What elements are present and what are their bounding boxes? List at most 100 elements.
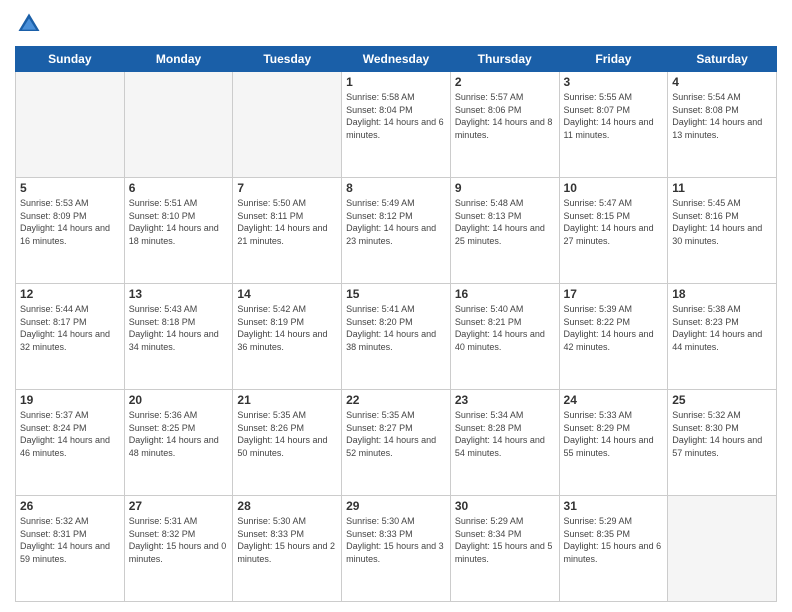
day-info: Sunrise: 5:44 AM Sunset: 8:17 PM Dayligh… [20,303,120,353]
day-info: Sunrise: 5:29 AM Sunset: 8:35 PM Dayligh… [564,515,664,565]
day-cell: 20 Sunrise: 5:36 AM Sunset: 8:25 PM Dayli… [124,390,233,496]
day-number: 30 [455,499,555,513]
day-cell: 11Sunrise: 5:45 AM Sunset: 8:16 PM Dayli… [668,178,777,284]
day-cell: 21 Sunrise: 5:35 AM Sunset: 8:26 PM Dayli… [233,390,342,496]
page: SundayMondayTuesdayWednesdayThursdayFrid… [0,0,792,612]
day-cell: 29 Sunrise: 5:30 AM Sunset: 8:33 PM Dayli… [342,496,451,602]
day-cell: 17 Sunrise: 5:39 AM Sunset: 8:22 PM Dayli… [559,284,668,390]
day-cell: 13 Sunrise: 5:43 AM Sunset: 8:18 PM Dayli… [124,284,233,390]
day-number: 17 [564,287,664,301]
day-number: 23 [455,393,555,407]
day-number: 21 [237,393,337,407]
day-info: Sunrise: 5:49 AM Sunset: 8:12 PM Dayligh… [346,197,446,247]
day-number: 5 [20,181,120,195]
day-number: 29 [346,499,446,513]
day-cell: 15 Sunrise: 5:41 AM Sunset: 8:20 PM Dayli… [342,284,451,390]
day-cell: 26 Sunrise: 5:32 AM Sunset: 8:31 PM Dayli… [16,496,125,602]
day-info: Sunrise: 5:51 AM Sunset: 8:10 PM Dayligh… [129,197,229,247]
day-cell: 25Sunrise: 5:32 AM Sunset: 8:30 PM Dayli… [668,390,777,496]
day-info: Sunrise: 5:32 AM Sunset: 8:31 PM Dayligh… [20,515,120,565]
day-info: Sunrise: 5:58 AM Sunset: 8:04 PM Dayligh… [346,91,446,141]
day-cell: 9Sunrise: 5:48 AM Sunset: 8:13 PM Daylig… [450,178,559,284]
day-cell [16,72,125,178]
day-info: Sunrise: 5:53 AM Sunset: 8:09 PM Dayligh… [20,197,120,247]
day-cell: 10 Sunrise: 5:47 AM Sunset: 8:15 PM Dayli… [559,178,668,284]
day-info: Sunrise: 5:31 AM Sunset: 8:32 PM Dayligh… [129,515,229,565]
weekday-header-monday: Monday [124,47,233,72]
day-info: Sunrise: 5:57 AM Sunset: 8:06 PM Dayligh… [455,91,555,141]
day-number: 28 [237,499,337,513]
day-info: Sunrise: 5:47 AM Sunset: 8:15 PM Dayligh… [564,197,664,247]
day-cell: 7 Sunrise: 5:50 AM Sunset: 8:11 PM Daylig… [233,178,342,284]
day-info: Sunrise: 5:35 AM Sunset: 8:26 PM Dayligh… [237,409,337,459]
day-number: 6 [129,181,229,195]
day-cell: 16Sunrise: 5:40 AM Sunset: 8:21 PM Dayli… [450,284,559,390]
weekday-header-sunday: Sunday [16,47,125,72]
day-number: 20 [129,393,229,407]
day-cell: 31 Sunrise: 5:29 AM Sunset: 8:35 PM Dayli… [559,496,668,602]
day-info: Sunrise: 5:29 AM Sunset: 8:34 PM Dayligh… [455,515,555,565]
day-info: Sunrise: 5:34 AM Sunset: 8:28 PM Dayligh… [455,409,555,459]
day-cell: 23 Sunrise: 5:34 AM Sunset: 8:28 PM Dayli… [450,390,559,496]
weekday-header-saturday: Saturday [668,47,777,72]
day-info: Sunrise: 5:50 AM Sunset: 8:11 PM Dayligh… [237,197,337,247]
day-cell: 12 Sunrise: 5:44 AM Sunset: 8:17 PM Dayli… [16,284,125,390]
week-row-2: 5 Sunrise: 5:53 AM Sunset: 8:09 PM Daylig… [16,178,777,284]
day-info: Sunrise: 5:38 AM Sunset: 8:23 PM Dayligh… [672,303,772,353]
weekday-header-wednesday: Wednesday [342,47,451,72]
day-number: 12 [20,287,120,301]
day-number: 7 [237,181,337,195]
day-number: 15 [346,287,446,301]
week-row-3: 12 Sunrise: 5:44 AM Sunset: 8:17 PM Dayli… [16,284,777,390]
day-number: 13 [129,287,229,301]
day-info: Sunrise: 5:32 AM Sunset: 8:30 PM Dayligh… [672,409,772,459]
day-cell: 4Sunrise: 5:54 AM Sunset: 8:08 PM Daylig… [668,72,777,178]
day-info: Sunrise: 5:48 AM Sunset: 8:13 PM Dayligh… [455,197,555,247]
weekday-header-row: SundayMondayTuesdayWednesdayThursdayFrid… [16,47,777,72]
day-info: Sunrise: 5:33 AM Sunset: 8:29 PM Dayligh… [564,409,664,459]
day-number: 31 [564,499,664,513]
day-number: 1 [346,75,446,89]
day-cell: 5 Sunrise: 5:53 AM Sunset: 8:09 PM Daylig… [16,178,125,284]
day-info: Sunrise: 5:45 AM Sunset: 8:16 PM Dayligh… [672,197,772,247]
day-number: 10 [564,181,664,195]
day-number: 26 [20,499,120,513]
day-info: Sunrise: 5:41 AM Sunset: 8:20 PM Dayligh… [346,303,446,353]
day-info: Sunrise: 5:35 AM Sunset: 8:27 PM Dayligh… [346,409,446,459]
header [15,10,777,38]
day-cell: 2 Sunrise: 5:57 AM Sunset: 8:06 PM Daylig… [450,72,559,178]
day-info: Sunrise: 5:36 AM Sunset: 8:25 PM Dayligh… [129,409,229,459]
day-info: Sunrise: 5:42 AM Sunset: 8:19 PM Dayligh… [237,303,337,353]
day-cell: 19 Sunrise: 5:37 AM Sunset: 8:24 PM Dayli… [16,390,125,496]
day-cell [668,496,777,602]
day-number: 19 [20,393,120,407]
day-info: Sunrise: 5:43 AM Sunset: 8:18 PM Dayligh… [129,303,229,353]
day-cell [124,72,233,178]
weekday-header-friday: Friday [559,47,668,72]
day-info: Sunrise: 5:39 AM Sunset: 8:22 PM Dayligh… [564,303,664,353]
weekday-header-tuesday: Tuesday [233,47,342,72]
day-cell: 27Sunrise: 5:31 AM Sunset: 8:32 PM Dayli… [124,496,233,602]
day-cell: 30 Sunrise: 5:29 AM Sunset: 8:34 PM Dayli… [450,496,559,602]
day-cell [233,72,342,178]
day-number: 24 [564,393,664,407]
day-number: 3 [564,75,664,89]
day-number: 18 [672,287,772,301]
day-cell: 14 Sunrise: 5:42 AM Sunset: 8:19 PM Dayli… [233,284,342,390]
day-info: Sunrise: 5:37 AM Sunset: 8:24 PM Dayligh… [20,409,120,459]
day-info: Sunrise: 5:40 AM Sunset: 8:21 PM Dayligh… [455,303,555,353]
week-row-5: 26 Sunrise: 5:32 AM Sunset: 8:31 PM Dayli… [16,496,777,602]
day-cell: 28 Sunrise: 5:30 AM Sunset: 8:33 PM Dayli… [233,496,342,602]
day-cell: 1 Sunrise: 5:58 AM Sunset: 8:04 PM Daylig… [342,72,451,178]
day-number: 4 [672,75,772,89]
day-info: Sunrise: 5:30 AM Sunset: 8:33 PM Dayligh… [237,515,337,565]
day-cell: 22 Sunrise: 5:35 AM Sunset: 8:27 PM Dayli… [342,390,451,496]
weekday-header-thursday: Thursday [450,47,559,72]
day-cell: 3Sunrise: 5:55 AM Sunset: 8:07 PM Daylig… [559,72,668,178]
day-info: Sunrise: 5:30 AM Sunset: 8:33 PM Dayligh… [346,515,446,565]
logo-icon [15,10,43,38]
day-cell: 18 Sunrise: 5:38 AM Sunset: 8:23 PM Dayli… [668,284,777,390]
day-number: 2 [455,75,555,89]
day-number: 22 [346,393,446,407]
day-number: 14 [237,287,337,301]
